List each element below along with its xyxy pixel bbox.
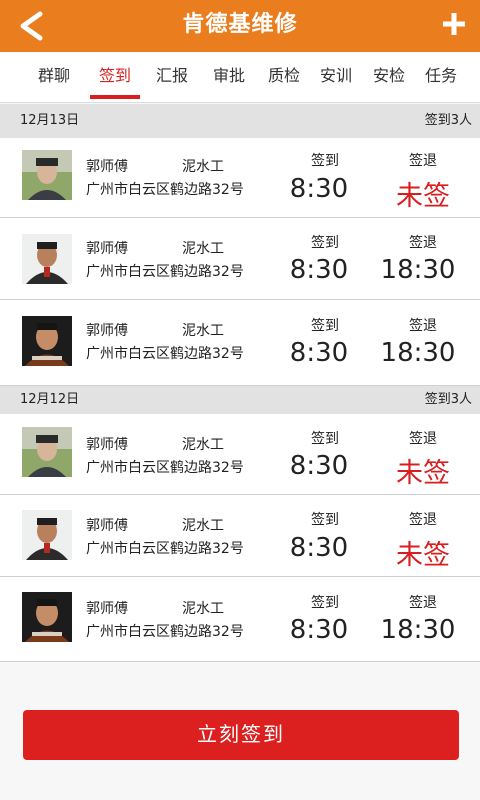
tab-safety-training[interactable]: 安训	[309, 52, 363, 102]
worker-address: 广州市白云区鹤边路32号	[86, 182, 244, 198]
attendance-row[interactable]: 郭师傅 泥水工 广州市白云区鹤边路32号 签到 8:30 签退 18:30	[0, 218, 480, 300]
app-header: 肯德基维修	[0, 0, 480, 52]
avatar	[22, 316, 72, 366]
attendance-row[interactable]: 郭师傅 泥水工 广州市白云区鹤边路32号 签到 8:30 签退 未签	[0, 495, 480, 577]
avatar	[22, 150, 72, 200]
check-in-label: 签到	[311, 431, 339, 447]
worker-role: 泥水工	[182, 437, 224, 453]
avatar	[22, 234, 72, 284]
check-out-time: 18:30	[380, 255, 456, 285]
tab-report[interactable]: 汇报	[145, 52, 199, 102]
checkin-count: 签到3人	[424, 392, 472, 407]
avatar	[22, 510, 72, 560]
check-out-label: 签退	[409, 431, 437, 447]
worker-role: 泥水工	[182, 323, 224, 339]
check-in-time: 8:30	[289, 174, 349, 204]
date-header: 12月12日 签到3人	[0, 386, 480, 414]
worker-role: 泥水工	[182, 518, 224, 534]
tab-check-in[interactable]: 签到	[88, 52, 142, 102]
check-in-label: 签到	[311, 235, 339, 251]
worker-address: 广州市白云区鹤边路32号	[86, 346, 244, 362]
date-header: 12月13日 签到3人	[0, 104, 480, 138]
worker-name: 郭师傅	[86, 323, 128, 339]
check-out-label: 签退	[409, 595, 437, 611]
tab-approval[interactable]: 审批	[202, 52, 256, 102]
worker-name: 郭师傅	[86, 518, 128, 534]
check-out-time: 18:30	[380, 615, 456, 645]
check-in-label: 签到	[311, 595, 339, 611]
check-out-status: 未签	[396, 540, 450, 571]
check-out-label: 签退	[409, 153, 437, 169]
worker-role: 泥水工	[182, 241, 224, 257]
check-in-now-button[interactable]: 立刻签到	[23, 710, 459, 760]
checkin-count: 签到3人	[424, 113, 472, 128]
worker-address: 广州市白云区鹤边路32号	[86, 541, 244, 557]
tab-bar: 群聊 签到 汇报 审批 质检 安训 安检 任务	[0, 52, 480, 103]
attendance-row[interactable]: 郭师傅 泥水工 广州市白云区鹤边路32号 签到 8:30 签退 18:30	[0, 300, 480, 386]
date-label: 12月12日	[20, 392, 80, 407]
avatar	[22, 427, 72, 477]
tab-group-chat[interactable]: 群聊	[27, 52, 81, 102]
check-out-label: 签退	[409, 318, 437, 334]
worker-address: 广州市白云区鹤边路32号	[86, 264, 244, 280]
check-in-label: 签到	[311, 512, 339, 528]
worker-role: 泥水工	[182, 159, 224, 175]
check-out-status: 未签	[396, 181, 450, 212]
check-out-status: 未签	[396, 458, 450, 489]
check-in-time: 8:30	[289, 255, 349, 285]
check-out-label: 签退	[409, 512, 437, 528]
check-in-time: 8:30	[289, 615, 349, 645]
attendance-row[interactable]: 郭师傅 泥水工 广州市白云区鹤边路32号 签到 8:30 签退 未签	[0, 138, 480, 218]
date-label: 12月13日	[20, 113, 80, 128]
worker-name: 郭师傅	[86, 241, 128, 257]
check-out-time: 18:30	[380, 338, 456, 368]
page-title: 肯德基维修	[182, 12, 298, 37]
tab-safety-inspection[interactable]: 安检	[362, 52, 416, 102]
worker-name: 郭师傅	[86, 437, 128, 453]
check-in-time: 8:30	[289, 338, 349, 368]
add-plus-icon[interactable]	[442, 12, 466, 36]
worker-role: 泥水工	[182, 601, 224, 617]
tab-quality-check[interactable]: 质检	[257, 52, 311, 102]
attendance-row[interactable]: 郭师傅 泥水工 广州市白云区鹤边路32号 签到 8:30 签退 18:30	[0, 577, 480, 662]
worker-name: 郭师傅	[86, 159, 128, 175]
tab-tasks[interactable]: 任务	[414, 52, 468, 102]
check-in-label: 签到	[311, 318, 339, 334]
check-in-time: 8:30	[289, 451, 349, 481]
check-out-label: 签退	[409, 235, 437, 251]
check-in-time: 8:30	[289, 533, 349, 563]
check-in-label: 签到	[311, 153, 339, 169]
attendance-row[interactable]: 郭师傅 泥水工 广州市白云区鹤边路32号 签到 8:30 签退 未签	[0, 414, 480, 495]
worker-name: 郭师傅	[86, 601, 128, 617]
worker-address: 广州市白云区鹤边路32号	[86, 624, 244, 640]
worker-address: 广州市白云区鹤边路32号	[86, 460, 244, 476]
avatar	[22, 592, 72, 642]
